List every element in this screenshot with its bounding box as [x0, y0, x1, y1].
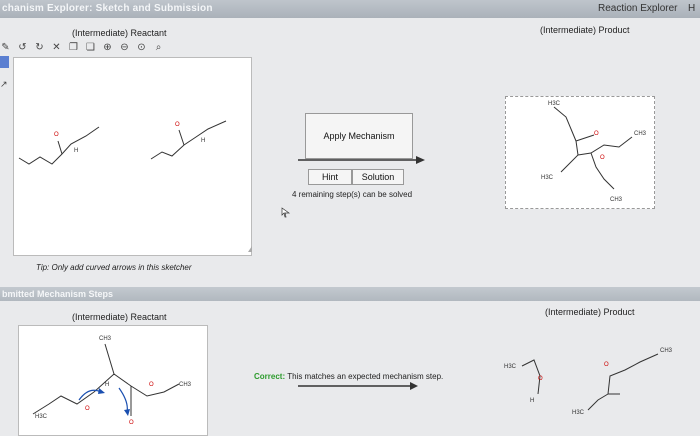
submitted-reactant-structure: CH3 H3C CH3 O O O H — [18, 325, 208, 436]
side-tool-arrow[interactable]: ↗ — [0, 74, 9, 89]
oxygen-atom-8: O — [538, 376, 543, 382]
paste-icon[interactable]: ❏ — [85, 42, 96, 53]
window-titlebar: chanism Explorer: Sketch and Submission … — [0, 0, 700, 18]
zoom-fit-icon[interactable]: ⊙ — [136, 42, 147, 53]
resize-handle[interactable] — [248, 246, 252, 252]
redo-icon[interactable]: ↻ — [34, 42, 45, 53]
submitted-reactant-title: (Intermediate) Reactant — [72, 312, 167, 322]
ch3-label-3: CH3 — [610, 197, 623, 203]
reaction-arrow — [298, 156, 425, 164]
submitted-steps-header[interactable]: bmitted Mechanism Steps — [0, 287, 700, 301]
correct-message: Correct: This matches an expected mechan… — [254, 372, 444, 381]
sketcher-toolbar: ✎ ↺ ↻ ✕ ❐ ❏ ⊕ ⊖ ⊙ ⌕ — [0, 40, 164, 54]
submitted-reaction-arrow — [298, 382, 418, 390]
undo-icon[interactable]: ↺ — [17, 42, 28, 53]
oxygen-atom-3: O — [594, 131, 599, 137]
cursor-icon — [281, 207, 291, 218]
reactant-sketcher[interactable]: O H O H — [13, 57, 252, 256]
ch3-label-6: CH3 — [660, 348, 673, 354]
oxygen-atom-5: O — [129, 420, 134, 426]
side-tool-selected[interactable] — [0, 56, 9, 68]
hydrogen-atom-4: H — [530, 398, 534, 404]
product-title: (Intermediate) Product — [540, 25, 630, 35]
oxygen-atom-6: O — [149, 382, 154, 388]
zoom-in-icon[interactable]: ⊕ — [102, 42, 113, 53]
ch3-label-2: CH3 — [634, 131, 647, 137]
hint-button[interactable]: Hint — [308, 169, 352, 185]
apply-mechanism-button[interactable]: Apply Mechanism — [305, 113, 413, 159]
h3c-label-3: H3C — [504, 364, 517, 370]
hydrogen-atom-3: H — [105, 382, 109, 388]
ch3-label: H3C — [548, 101, 561, 107]
reaction-explorer-link[interactable]: Reaction Explorer — [598, 3, 677, 14]
ch3-label-5: CH3 — [179, 382, 192, 388]
tip-text: Tip: Only add curved arrows in this sket… — [36, 263, 192, 272]
h3c-label-4: H3C — [572, 410, 585, 416]
reactant-molecule: O H O H — [18, 120, 227, 165]
hydrogen-atom-2: H — [201, 138, 205, 144]
oxygen-atom-2: O — [175, 122, 180, 128]
help-link[interactable]: H — [688, 3, 695, 14]
oxygen-atom-7: O — [85, 406, 90, 412]
hydrogen-atom: H — [74, 148, 78, 154]
pen-icon[interactable]: ✎ — [0, 42, 11, 53]
oxygen-atom-4: O — [600, 155, 605, 161]
submitted-reactant-molecule: CH3 H3C CH3 O O O H — [32, 336, 192, 426]
oxygen-atom-9: O — [604, 362, 609, 368]
h3c-label: H3C — [541, 175, 554, 181]
reactant-title: (Intermediate) Reactant — [72, 28, 167, 38]
zoom-out-icon[interactable]: ⊖ — [119, 42, 130, 53]
remaining-steps-text: 4 remaining step(s) can be solved — [292, 190, 413, 199]
h3c-label-2: H3C — [35, 414, 48, 420]
submitted-product-title: (Intermediate) Product — [545, 307, 635, 317]
submitted-product-molecule: H3C O H H3C O CH3 — [504, 348, 673, 416]
copy-icon[interactable]: ❐ — [68, 42, 79, 53]
product-molecule: H3C O H3C CH3 CH3 O — [541, 101, 647, 203]
zoom-reset-icon[interactable]: ⌕ — [153, 42, 164, 53]
ch3-label-4: CH3 — [99, 336, 112, 342]
solution-button[interactable]: Solution — [352, 169, 404, 185]
delete-icon[interactable]: ✕ — [51, 42, 62, 53]
window-title: chanism Explorer: Sketch and Submission — [2, 3, 213, 14]
oxygen-atom: O — [54, 132, 59, 138]
product-structure: H3C O H3C CH3 CH3 O — [505, 96, 655, 209]
